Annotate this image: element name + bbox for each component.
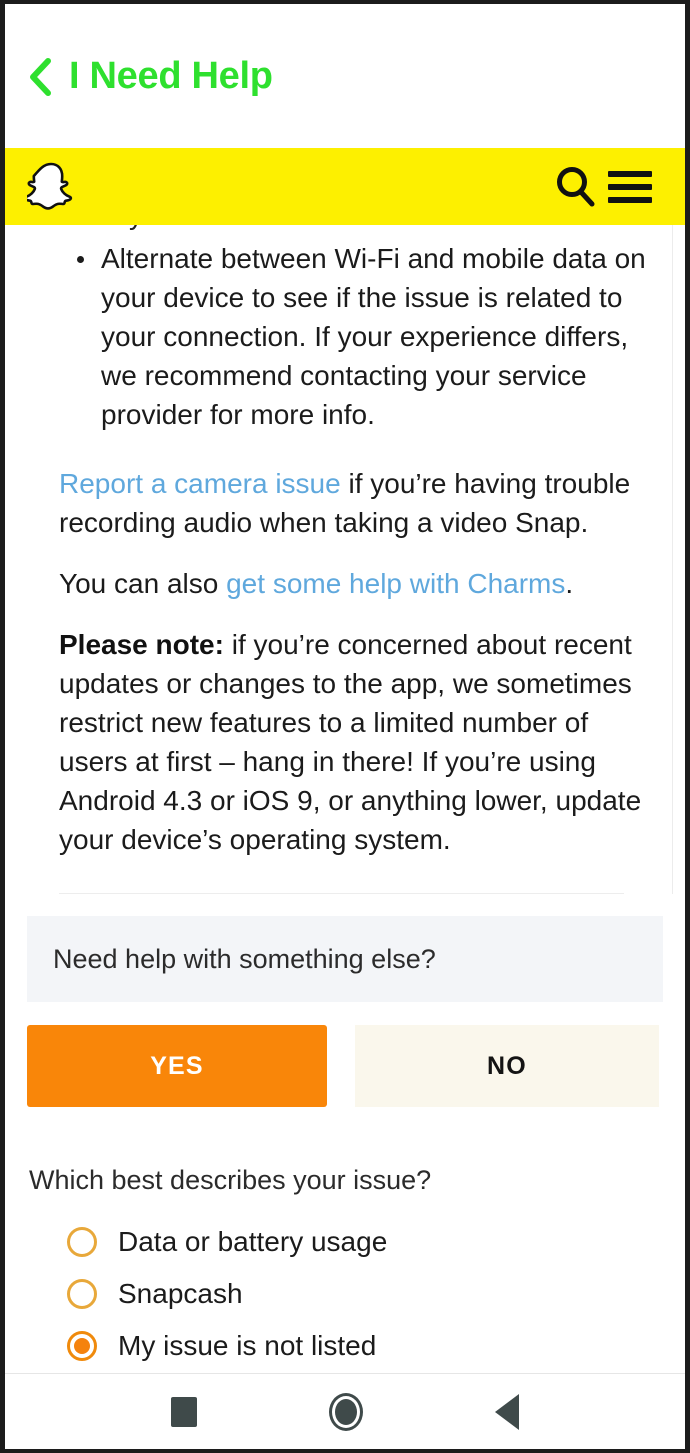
menu-button[interactable] [603, 160, 657, 214]
scroll-content[interactable]: y Alternate between Wi-Fi and mobile dat… [5, 225, 685, 1373]
radio-label: My issue is not listed [118, 1330, 377, 1361]
paragraph-please-note: Please note: if you’re concerned about r… [33, 625, 650, 859]
paragraph-charms: You can also get some help with Charms. [33, 564, 650, 603]
section-divider [59, 893, 624, 894]
list-item: Alternate between Wi-Fi and mobile data … [77, 239, 650, 434]
need-help-text: Need help with something else? [53, 943, 436, 974]
need-help-panel: Need help with something else? [27, 916, 663, 1002]
hamburger-menu-icon [608, 170, 652, 203]
phone-screen: I Need Help y Alternat [0, 0, 690, 1453]
please-note-body: if you’re concerned about recent updates… [59, 629, 642, 855]
snapchat-logo-button[interactable] [25, 159, 77, 215]
radio-label: Data or battery usage [118, 1226, 388, 1257]
please-note-label: Please note: [59, 629, 224, 660]
android-nav-bar [5, 1373, 685, 1449]
report-camera-issue-link[interactable]: Report a camera issue [59, 468, 341, 499]
yes-button[interactable]: YES [27, 1025, 327, 1107]
paragraph-camera-issue: Report a camera issue if you’re having t… [33, 464, 650, 542]
issue-question-label: Which best describes your issue? [29, 1165, 432, 1195]
radio-circle-icon[interactable] [67, 1227, 97, 1257]
feedback-button-row: YES NO [27, 1025, 663, 1107]
radio-circle-icon[interactable] [67, 1279, 97, 1309]
troubleshooting-list: Alternate between Wi-Fi and mobile data … [33, 239, 650, 434]
charms-lead-text: You can also [59, 568, 227, 599]
home-button[interactable] [329, 1392, 363, 1431]
radio-circle-selected-icon[interactable] [67, 1331, 97, 1361]
app-bar: I Need Help [5, 4, 685, 148]
radio-option-data-or-battery-usage[interactable]: Data or battery usage [67, 1216, 685, 1268]
radio-option-my-issue-is-not-listed[interactable]: My issue is not listed [67, 1320, 685, 1372]
charms-help-link[interactable]: get some help with Charms [226, 568, 565, 599]
snapchat-ghost-icon [27, 162, 73, 210]
search-button[interactable] [549, 160, 603, 214]
radio-option-snapcash[interactable]: Snapcash [67, 1268, 685, 1320]
help-article: y Alternate between Wi-Fi and mobile dat… [5, 225, 673, 894]
recents-button[interactable] [171, 1396, 197, 1427]
radio-label: Snapcash [118, 1278, 243, 1309]
back-nav-button[interactable] [495, 1393, 519, 1430]
issue-radio-group: Data or battery usage Snapcash My issue … [67, 1216, 685, 1372]
no-button[interactable]: NO [355, 1025, 659, 1107]
charms-trail-text: . [565, 568, 574, 599]
clipped-text: y [129, 225, 143, 231]
back-button[interactable] [27, 57, 53, 97]
snapchat-top-bar [5, 148, 685, 225]
page-title: I Need Help [69, 55, 273, 97]
chevron-left-icon [30, 58, 51, 96]
clipped-text-row: y [33, 225, 650, 239]
search-icon [557, 166, 595, 206]
